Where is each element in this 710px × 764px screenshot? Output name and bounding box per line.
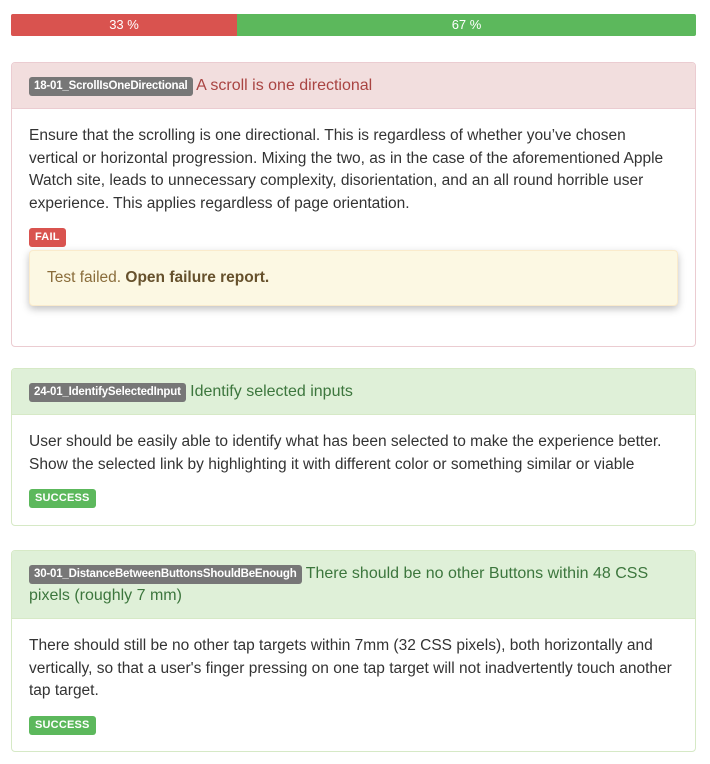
test-panel-body: There should still be no other tap targe… — [12, 619, 695, 751]
status-badge-success: SUCCESS — [29, 715, 96, 735]
failure-alert-text: Test failed. — [47, 268, 126, 286]
test-panel-heading: 30-01_DistanceBetweenButtonsShouldBeEnou… — [12, 551, 695, 619]
status-badge-fail: FAIL — [29, 228, 66, 247]
open-failure-report-link[interactable]: Open failure report. — [125, 269, 269, 286]
test-panel-body: User should be easily able to identify w… — [12, 415, 695, 525]
results-progress-bar: 33 % 67 % — [11, 14, 696, 36]
test-title: Identify selected inputs — [190, 383, 353, 400]
status-badge-success: SUCCESS — [29, 489, 96, 508]
test-panel-heading: 18-01_ScrollIsOneDirectional A scroll is… — [12, 63, 695, 109]
test-panel-body: Ensure that the scrolling is one directi… — [12, 109, 695, 346]
test-panel-heading: 24-01_IdentifySelectedInput Identify sel… — [12, 369, 695, 415]
test-id-badge: 24-01_IdentifySelectedInput — [29, 383, 186, 402]
test-description: User should be easily able to identify w… — [29, 433, 662, 473]
success-progress-segment: 67 % — [237, 14, 696, 36]
test-id-badge: 30-01_DistanceBetweenButtonsShouldBeEnou… — [29, 565, 302, 584]
test-panel-distance-between-buttons: 30-01_DistanceBetweenButtonsShouldBeEnou… — [11, 550, 696, 752]
fail-progress-segment: 33 % — [11, 14, 238, 36]
test-panel-identify-selected-input: 24-01_IdentifySelectedInput Identify sel… — [11, 368, 696, 526]
test-panel-scroll-one-directional: 18-01_ScrollIsOneDirectional A scroll is… — [11, 62, 696, 347]
test-description: Ensure that the scrolling is one directi… — [29, 127, 664, 212]
test-title: A scroll is one directional — [196, 77, 373, 94]
test-description: There should still be no other tap targe… — [29, 637, 672, 699]
test-id-badge: 18-01_ScrollIsOneDirectional — [29, 77, 193, 96]
failure-alert: Test failed. Open failure report. — [29, 249, 678, 306]
